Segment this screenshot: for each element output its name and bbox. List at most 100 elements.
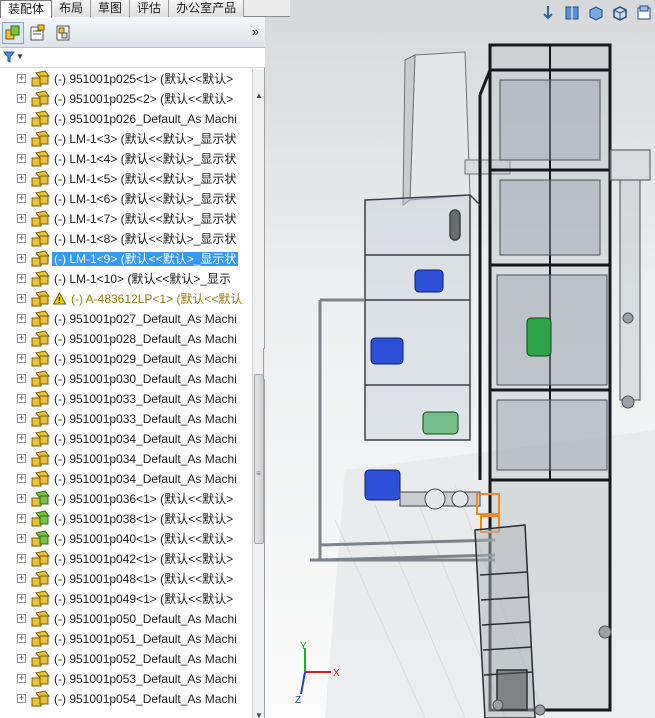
- lower-conveyor: [474, 524, 536, 718]
- expand-icon[interactable]: +: [17, 174, 26, 183]
- expand-icon[interactable]: +: [17, 414, 26, 423]
- tree-item[interactable]: + (-) LM-1<10> (默认<<默认>_显示: [0, 269, 252, 289]
- expand-icon[interactable]: +: [17, 654, 26, 663]
- tree-item[interactable]: + (-) 951001p030_Default_As Machi: [0, 369, 252, 389]
- expand-icon[interactable]: +: [17, 514, 26, 523]
- tree-item[interactable]: + (-) 951001p025<1> (默认<<默认>: [0, 69, 252, 89]
- assembly-model[interactable]: Y X Z: [265, 0, 655, 718]
- tree-item[interactable]: + (-) 951001p036<1> (默认<<默认>: [0, 489, 252, 509]
- tree-item-label: (-) LM-1<6> (默认<<默认>_显示状: [54, 192, 237, 206]
- expand-icon[interactable]: +: [17, 94, 26, 103]
- tree-item[interactable]: + (-) 951001p034_Default_As Machi: [0, 449, 252, 469]
- tree-scrollbar[interactable]: ▲ ≡ ▼: [252, 69, 264, 718]
- part-icon: [31, 570, 50, 587]
- tab-2[interactable]: 草图: [91, 0, 131, 17]
- toolbar-overflow-icon[interactable]: »: [252, 24, 259, 39]
- expand-icon[interactable]: +: [17, 534, 26, 543]
- tree-item[interactable]: + (-) 951001p034_Default_As Machi: [0, 429, 252, 449]
- tree-filter[interactable]: ▼: [0, 48, 265, 68]
- part-icon: [31, 290, 50, 307]
- expand-icon[interactable]: +: [17, 554, 26, 563]
- part-icon: [31, 270, 50, 287]
- tree-item-label: (-) 951001p036<1> (默认<<默认>: [54, 492, 234, 506]
- left-glass-enclosure: [364, 194, 481, 441]
- expand-icon[interactable]: +: [17, 334, 26, 343]
- tree-item[interactable]: + (-) 951001p053_Default_As Machi: [0, 669, 252, 689]
- tree-item[interactable]: + (-) LM-1<5> (默认<<默认>_显示状: [0, 169, 252, 189]
- tree-item-label: (-) LM-1<7> (默认<<默认>_显示状: [54, 212, 237, 226]
- tab-1[interactable]: 布局: [52, 0, 92, 17]
- part-icon: [31, 130, 50, 147]
- part-icon: [31, 70, 50, 87]
- tree-item[interactable]: + (-) 951001p033_Default_As Machi: [0, 389, 252, 409]
- tree-item[interactable]: + (-) 951001p042<1> (默认<<默认>: [0, 549, 252, 569]
- tree-item[interactable]: +! (-) A-483612LP<1> (默认<<默认: [0, 289, 252, 309]
- tree-item[interactable]: + (-) LM-1<8> (默认<<默认>_显示状: [0, 229, 252, 249]
- expand-icon[interactable]: +: [17, 454, 26, 463]
- expand-icon[interactable]: +: [17, 674, 26, 683]
- tab-4[interactable]: 办公室产品: [169, 0, 245, 17]
- configuration-manager-icon[interactable]: [52, 22, 74, 44]
- expand-icon[interactable]: +: [17, 154, 26, 163]
- tree-item[interactable]: + (-) 951001p054_Default_As Machi: [0, 689, 252, 709]
- tree-item[interactable]: + (-) LM-1<3> (默认<<默认>_显示状: [0, 129, 252, 149]
- expand-icon[interactable]: +: [17, 194, 26, 203]
- tree-item[interactable]: + (-) LM-1<7> (默认<<默认>_显示状: [0, 209, 252, 229]
- tree-item[interactable]: + (-) 951001p034_Default_As Machi: [0, 469, 252, 489]
- part-icon: [31, 190, 50, 207]
- scroll-down-icon[interactable]: ▼: [255, 711, 263, 718]
- tree-item[interactable]: + (-) LM-1<6> (默认<<默认>_显示状: [0, 189, 252, 209]
- tree-item-label: (-) 951001p049<1> (默认<<默认>: [54, 592, 234, 606]
- expand-icon[interactable]: +: [17, 394, 26, 403]
- filter-icon[interactable]: [3, 51, 15, 63]
- expand-icon[interactable]: +: [17, 214, 26, 223]
- tab-0[interactable]: 装配体: [0, 0, 53, 18]
- expand-icon[interactable]: +: [17, 474, 26, 483]
- expand-icon[interactable]: +: [17, 234, 26, 243]
- expand-icon[interactable]: +: [17, 274, 26, 283]
- part-icon: [31, 110, 50, 127]
- tree-item-label: (-) 951001p025<2> (默认<<默认>: [54, 92, 234, 106]
- tab-3[interactable]: 评估: [130, 0, 170, 17]
- tree-item[interactable]: + (-) 951001p052_Default_As Machi: [0, 649, 252, 669]
- expand-icon[interactable]: +: [17, 294, 26, 303]
- tree-item[interactable]: + (-) 951001p028_Default_As Machi: [0, 329, 252, 349]
- expand-icon[interactable]: +: [17, 634, 26, 643]
- tree-item[interactable]: + (-) 951001p033_Default_As Machi: [0, 409, 252, 429]
- tree-item-label: (-) 951001p033_Default_As Machi: [54, 392, 237, 406]
- expand-icon[interactable]: +: [17, 74, 26, 83]
- expand-icon[interactable]: +: [17, 574, 26, 583]
- expand-icon[interactable]: +: [17, 354, 26, 363]
- expand-icon[interactable]: +: [17, 134, 26, 143]
- expand-icon[interactable]: +: [17, 314, 26, 323]
- tree-item[interactable]: + (-) 951001p026_Default_As Machi: [0, 109, 252, 129]
- expand-icon[interactable]: +: [17, 614, 26, 623]
- expand-icon[interactable]: +: [17, 494, 26, 503]
- tree-item-label: (-) 951001p034_Default_As Machi: [54, 452, 237, 466]
- tree-item[interactable]: + (-) 951001p038<1> (默认<<默认>: [0, 509, 252, 529]
- expand-icon[interactable]: +: [17, 594, 26, 603]
- expand-icon[interactable]: +: [17, 254, 26, 263]
- tree-item[interactable]: + (-) LM-1<9> (默认<<默认>_显示状: [0, 249, 252, 269]
- tree-item[interactable]: + (-) 951001p050_Default_As Machi: [0, 609, 252, 629]
- tree-item[interactable]: + (-) 951001p051_Default_As Machi: [0, 629, 252, 649]
- tree-item[interactable]: + (-) 951001p025<2> (默认<<默认>: [0, 89, 252, 109]
- expand-icon[interactable]: +: [17, 434, 26, 443]
- graphics-area[interactable]: Y X Z: [265, 0, 655, 718]
- tree-item[interactable]: + (-) 951001p027_Default_As Machi: [0, 309, 252, 329]
- feature-manager-icon[interactable]: [2, 22, 24, 44]
- scroll-up-icon[interactable]: ▲: [255, 91, 263, 100]
- tree-item[interactable]: + (-) LM-1<4> (默认<<默认>_显示状: [0, 149, 252, 169]
- part-icon: [31, 390, 50, 407]
- tree-item[interactable]: + (-) 951001p029_Default_As Machi: [0, 349, 252, 369]
- tree-item[interactable]: + (-) 951001p048<1> (默认<<默认>: [0, 569, 252, 589]
- part-icon: [31, 490, 50, 507]
- filter-dropdown-icon[interactable]: ▼: [16, 52, 24, 61]
- expand-icon[interactable]: +: [17, 114, 26, 123]
- scrollbar-thumb[interactable]: [254, 374, 264, 544]
- property-manager-icon[interactable]: [26, 22, 48, 44]
- tree-item[interactable]: + (-) 951001p040<1> (默认<<默认>: [0, 529, 252, 549]
- tree-item[interactable]: + (-) 951001p049<1> (默认<<默认>: [0, 589, 252, 609]
- expand-icon[interactable]: +: [17, 374, 26, 383]
- expand-icon[interactable]: +: [17, 694, 26, 703]
